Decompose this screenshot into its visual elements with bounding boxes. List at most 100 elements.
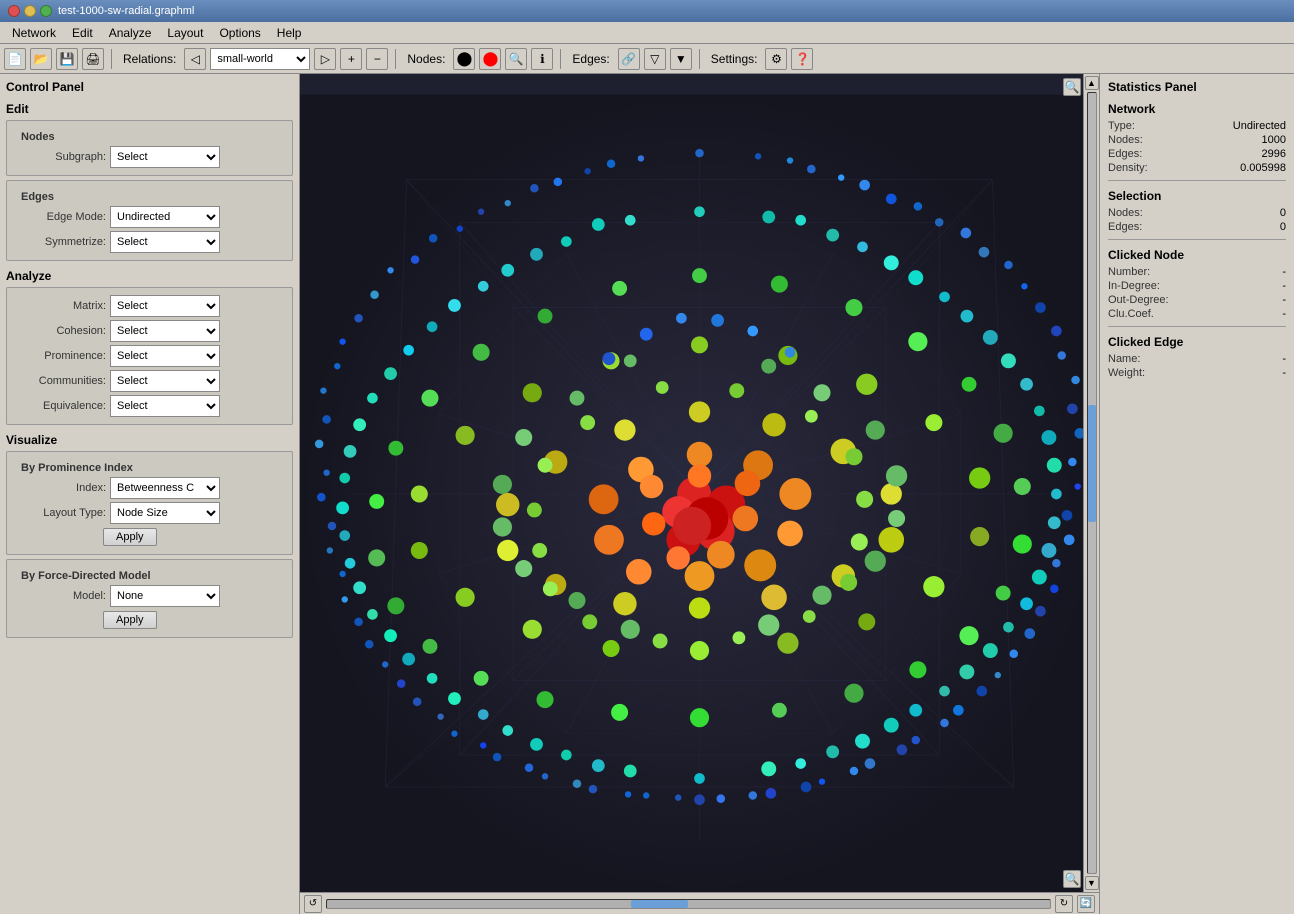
force-directed-title: By Force-Directed Model xyxy=(21,570,286,582)
toolbar-edges-info[interactable]: ▼ xyxy=(670,48,692,70)
communities-label: Communities: xyxy=(21,375,106,387)
network-nodes-row: Nodes: 1000 xyxy=(1108,134,1286,146)
relations-select[interactable]: small-world xyxy=(210,48,310,70)
prominence-apply-button[interactable]: Apply xyxy=(103,528,157,546)
toolbar-nodes-add[interactable]: ⬤ xyxy=(453,48,475,70)
relations-label: Relations: xyxy=(123,52,176,66)
clicked-edge-title: Clicked Edge xyxy=(1108,335,1286,349)
scroll-left-btn[interactable]: ↺ xyxy=(304,895,322,913)
edge-weight-row: Weight: - xyxy=(1108,367,1286,379)
symmetrize-select[interactable]: Select xyxy=(110,231,220,253)
toolbar-rel-left[interactable]: ◁ xyxy=(184,48,206,70)
zoom-out-btn[interactable]: 🔍 xyxy=(1063,870,1081,888)
layout-type-select[interactable]: Node Size xyxy=(110,502,220,524)
statistics-panel: Statistics Panel Network Type: Undirecte… xyxy=(1099,74,1294,914)
subgraph-row: Subgraph: Select xyxy=(21,146,286,168)
title-bar: test-1000-sw-radial.graphml xyxy=(0,0,1294,22)
v-scrollbar[interactable]: ▲ ▼ xyxy=(1083,74,1099,892)
index-row: Index: Betweenness C xyxy=(21,477,286,499)
menu-options[interactable]: Options xyxy=(211,24,268,42)
toolbar-nodes-search[interactable]: 🔍 xyxy=(505,48,527,70)
scroll-down-btn[interactable]: ▼ xyxy=(1085,876,1099,890)
h-scroll-thumb[interactable] xyxy=(631,900,689,908)
prominence-viz-title: By Prominence Index xyxy=(21,462,286,474)
graph-canvas[interactable] xyxy=(300,74,1099,914)
visualize-section-title: Visualize xyxy=(6,433,293,447)
index-select[interactable]: Betweenness C xyxy=(110,477,220,499)
node-clucoef-value: - xyxy=(1282,308,1286,320)
type-value: Undirected xyxy=(1233,120,1286,132)
toolbar-remove-relation[interactable]: − xyxy=(366,48,388,70)
network-stats-title: Network xyxy=(1108,102,1286,116)
control-panel: Control Panel Edit Nodes Subgraph: Selec… xyxy=(0,74,300,914)
model-label: Model: xyxy=(21,590,106,602)
toolbar-print-btn[interactable]: 🖨 xyxy=(82,48,104,70)
divider-2 xyxy=(1108,239,1286,240)
communities-select[interactable]: Select xyxy=(110,370,220,392)
prominence-select[interactable]: Select xyxy=(110,345,220,367)
node-number-value: - xyxy=(1282,266,1286,278)
scroll-refresh-btn[interactable]: 🔄 xyxy=(1077,895,1095,913)
toolbar: 📄 📂 💾 🖨 Relations: ◁ small-world ▷ + − N… xyxy=(0,44,1294,74)
analyze-section: Matrix: Select Cohesion: Select Prominen… xyxy=(6,287,293,425)
matrix-select[interactable]: Select xyxy=(110,295,220,317)
graph-area: ▲ ▼ 🔍 🔍 ↺ ↻ 🔄 xyxy=(300,74,1099,914)
clicked-node-title: Clicked Node xyxy=(1108,248,1286,262)
menu-layout[interactable]: Layout xyxy=(159,24,211,42)
nodes-subsection-title: Nodes xyxy=(21,131,286,143)
scroll-up-btn[interactable]: ▲ xyxy=(1085,76,1099,90)
maximize-button[interactable] xyxy=(40,5,52,17)
toolbar-nodes-info[interactable]: ℹ xyxy=(531,48,553,70)
close-button[interactable] xyxy=(8,5,20,17)
toolbar-save-btn[interactable]: 💾 xyxy=(56,48,78,70)
v-scroll-thumb[interactable] xyxy=(1088,405,1096,522)
cohesion-row: Cohesion: Select xyxy=(21,320,286,342)
toolbar-add-relation[interactable]: + xyxy=(340,48,362,70)
edge-weight-label: Weight: xyxy=(1108,367,1145,379)
zoom-in-btn[interactable]: 🔍 xyxy=(1063,78,1081,96)
toolbar-rel-right[interactable]: ▷ xyxy=(314,48,336,70)
toolbar-new-btn[interactable]: 📄 xyxy=(4,48,26,70)
communities-row: Communities: Select xyxy=(21,370,286,392)
h-scrollbar[interactable]: ↺ ↻ 🔄 xyxy=(300,892,1099,914)
toolbar-settings-help[interactable]: ❓ xyxy=(791,48,813,70)
equivalence-select[interactable]: Select xyxy=(110,395,220,417)
toolbar-nodes-remove[interactable]: ⬤ xyxy=(479,48,501,70)
node-number-row: Number: - xyxy=(1108,266,1286,278)
menu-help[interactable]: Help xyxy=(269,24,310,42)
main-container: Control Panel Edit Nodes Subgraph: Selec… xyxy=(0,74,1294,914)
h-scroll-track[interactable] xyxy=(326,899,1051,909)
cohesion-select[interactable]: Select xyxy=(110,320,220,342)
type-label: Type: xyxy=(1108,120,1135,132)
prominence-viz-section: By Prominence Index Index: Betweenness C… xyxy=(6,451,293,555)
minimize-button[interactable] xyxy=(24,5,36,17)
network-nodes-value: 1000 xyxy=(1262,134,1286,146)
toolbar-edges-add[interactable]: 🔗 xyxy=(618,48,640,70)
matrix-label: Matrix: xyxy=(21,300,106,312)
toolbar-open-btn[interactable]: 📂 xyxy=(30,48,52,70)
edges-subsection-title: Edges xyxy=(21,191,286,203)
toolbar-settings-gear[interactable]: ⚙ xyxy=(765,48,787,70)
sel-nodes-label: Nodes: xyxy=(1108,207,1143,219)
toolbar-edges-filter[interactable]: ▽ xyxy=(644,48,666,70)
edges-section: Edges Edge Mode: Undirected Symmetrize: … xyxy=(6,180,293,261)
sel-edges-value: 0 xyxy=(1280,221,1286,233)
subgraph-label: Subgraph: xyxy=(21,151,106,163)
toolbar-sep-2 xyxy=(395,49,396,69)
menu-network[interactable]: Network xyxy=(4,24,64,42)
model-select[interactable]: None xyxy=(110,585,220,607)
subgraph-select[interactable]: Select xyxy=(110,146,220,168)
node-clucoef-row: Clu.Coef. - xyxy=(1108,308,1286,320)
edge-mode-row: Edge Mode: Undirected xyxy=(21,206,286,228)
control-panel-title: Control Panel xyxy=(6,80,293,94)
matrix-row: Matrix: Select xyxy=(21,295,286,317)
window-controls[interactable] xyxy=(8,5,52,17)
edge-mode-select[interactable]: Undirected xyxy=(110,206,220,228)
sel-edges-row: Edges: 0 xyxy=(1108,221,1286,233)
menu-analyze[interactable]: Analyze xyxy=(101,24,160,42)
scroll-right-btn[interactable]: ↻ xyxy=(1055,895,1073,913)
density-label: Density: xyxy=(1108,162,1148,174)
force-apply-button[interactable]: Apply xyxy=(103,611,157,629)
v-scroll-track[interactable] xyxy=(1087,92,1097,874)
menu-edit[interactable]: Edit xyxy=(64,24,101,42)
